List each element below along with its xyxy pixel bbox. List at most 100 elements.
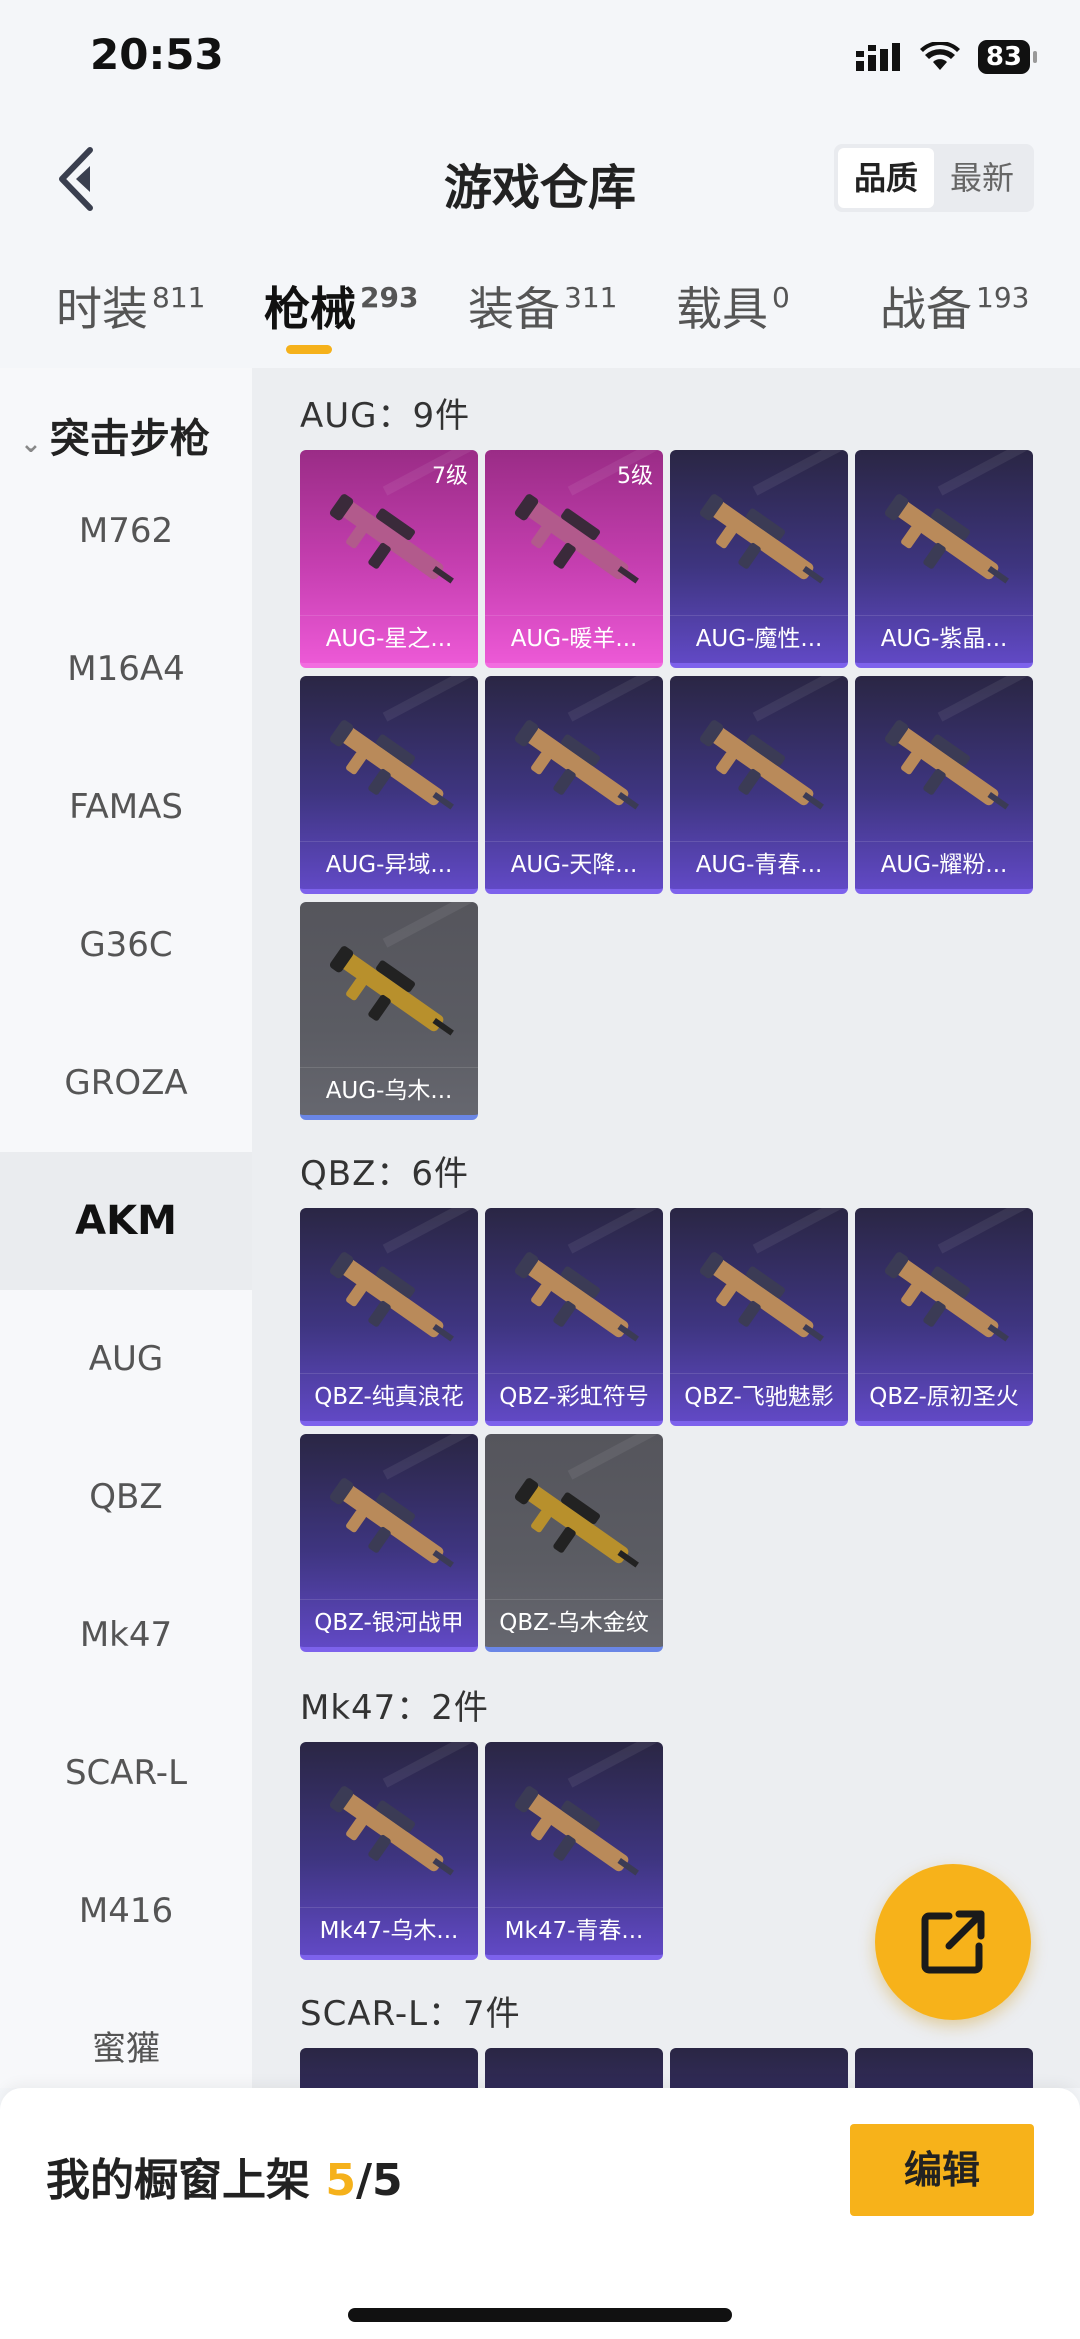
item-card[interactable]: AUG-耀粉...: [855, 676, 1033, 894]
sidebar-item-mk47[interactable]: Mk47: [0, 1566, 252, 1704]
card-decoration: [567, 1208, 663, 1254]
item-level-badge: 7级: [432, 464, 468, 489]
rifle-icon: [514, 1478, 639, 1568]
active-tab-indicator: [286, 345, 332, 354]
battery-indicator: 83: [977, 40, 1038, 74]
item-card-partial[interactable]: [855, 2048, 1033, 2088]
item-card[interactable]: QBZ-彩虹符号: [485, 1208, 663, 1426]
sidebar-item-m16a4[interactable]: M16A4: [0, 600, 252, 738]
sort-toggle: 品质 最新: [834, 144, 1034, 212]
item-card[interactable]: Mk47-青春...: [485, 1742, 663, 1960]
sidebar-item-qbz[interactable]: QBZ: [0, 1428, 252, 1566]
category-tabs: 时装 811 枪械 293 装备 311 载具 0 战备 193: [0, 255, 1080, 365]
item-name: QBZ-原初圣火: [855, 1373, 1033, 1419]
tab-guns[interactable]: 枪械 293: [264, 273, 418, 339]
card-decoration: [752, 1208, 848, 1254]
signal-icon: [855, 43, 900, 71]
group-title-mk47: Mk47：2件: [300, 1688, 489, 1728]
sort-quality-button[interactable]: 品质: [838, 148, 934, 208]
item-name: Mk47-乌木...: [300, 1907, 478, 1953]
rifle-icon: [329, 720, 454, 810]
group-title-aug: AUG：9件: [300, 396, 471, 436]
tab-count: 0: [772, 281, 790, 314]
tab-count: 293: [360, 281, 419, 314]
item-name: AUG-耀粉...: [855, 841, 1033, 887]
item-card-partial[interactable]: [670, 2048, 848, 2088]
rifle-icon: [329, 1252, 454, 1342]
card-decoration: [937, 1208, 1033, 1254]
item-card[interactable]: AUG-紫晶...: [855, 450, 1033, 668]
tab-label: 载具: [676, 282, 768, 336]
tab-count: 811: [152, 281, 206, 314]
tab-equipment[interactable]: 装备 311: [468, 273, 617, 339]
card-decoration: [937, 676, 1033, 722]
rifle-icon: [884, 720, 1009, 810]
share-external-icon: [921, 1910, 985, 1974]
sidebar-item-akm[interactable]: AKM: [0, 1152, 252, 1290]
item-name: QBZ-银河战甲: [300, 1599, 478, 1645]
item-card[interactable]: 7级 AUG-星之...: [300, 450, 478, 668]
sort-newest-button[interactable]: 最新: [934, 148, 1030, 208]
sidebar-item-groza[interactable]: GROZA: [0, 1014, 252, 1152]
sidebar-item-g36c[interactable]: G36C: [0, 876, 252, 1014]
item-name: AUG-魔性...: [670, 615, 848, 661]
item-card[interactable]: QBZ-银河战甲: [300, 1434, 478, 1652]
home-indicator: [348, 2308, 732, 2322]
item-name: QBZ-乌木金纹: [485, 1599, 663, 1645]
item-card[interactable]: QBZ-原初圣火: [855, 1208, 1033, 1426]
item-card-partial[interactable]: [300, 2048, 478, 2088]
header: 游戏仓库 品质 最新: [0, 130, 1080, 230]
tab-count: 311: [564, 281, 618, 314]
rifle-icon: [514, 494, 639, 584]
tab-label: 时装: [56, 282, 148, 336]
tab-label: 战备: [880, 282, 972, 336]
showcase-label: 我的橱窗上架: [46, 2155, 310, 2206]
card-decoration: [382, 1208, 478, 1254]
item-card-partial[interactable]: [485, 2048, 663, 2088]
item-card[interactable]: QBZ-飞驰魅影: [670, 1208, 848, 1426]
status-icons: 83: [855, 40, 1038, 74]
rifle-icon: [329, 494, 454, 584]
wifi-icon: [919, 42, 960, 70]
sidebar-item-m762[interactable]: M762: [0, 462, 252, 600]
edit-button[interactable]: 编辑: [850, 2124, 1034, 2216]
item-card[interactable]: AUG-天降...: [485, 676, 663, 894]
tab-combat-gear[interactable]: 战备 193: [880, 273, 1029, 339]
sidebar-item-scar-l[interactable]: SCAR-L: [0, 1704, 252, 1842]
sidebar-category-header[interactable]: ⌄ 突击步枪: [0, 406, 252, 464]
rifle-icon: [699, 494, 824, 584]
card-decoration: [937, 450, 1033, 496]
card-decoration: [382, 676, 478, 722]
sidebar-item-honey-badger[interactable]: 蜜獾: [0, 1980, 252, 2088]
group-title-qbz: QBZ：6件: [300, 1154, 470, 1194]
item-card[interactable]: QBZ-乌木金纹: [485, 1434, 663, 1652]
item-name: AUG-星之...: [300, 615, 478, 661]
item-card[interactable]: QBZ-纯真浪花: [300, 1208, 478, 1426]
showcase-total-count: /5: [355, 2155, 403, 2206]
item-card[interactable]: AUG-异域...: [300, 676, 478, 894]
status-bar: 20:53 83: [0, 0, 1080, 120]
sidebar-category-label: 突击步枪: [49, 416, 210, 462]
item-card[interactable]: AUG-乌木...: [300, 902, 478, 1120]
card-decoration: [567, 676, 663, 722]
card-decoration: [567, 1434, 663, 1480]
sidebar-item-m416[interactable]: M416: [0, 1842, 252, 1980]
item-card[interactable]: AUG-青春...: [670, 676, 848, 894]
card-decoration: [752, 676, 848, 722]
item-card[interactable]: AUG-魔性...: [670, 450, 848, 668]
item-name: AUG-乌木...: [300, 1067, 478, 1113]
item-name: AUG-青春...: [670, 841, 848, 887]
showcase-current-count: 5: [325, 2155, 356, 2206]
back-button[interactable]: [50, 144, 110, 214]
item-card[interactable]: 5级 AUG-暖羊...: [485, 450, 663, 668]
item-name: AUG-异域...: [300, 841, 478, 887]
share-button[interactable]: [875, 1864, 1031, 2020]
item-name: QBZ-飞驰魅影: [670, 1373, 848, 1419]
card-decoration: [382, 1742, 478, 1788]
item-card[interactable]: Mk47-乌木...: [300, 1742, 478, 1960]
tab-vehicles[interactable]: 载具 0: [676, 273, 790, 339]
sidebar-item-famas[interactable]: FAMAS: [0, 738, 252, 876]
rifle-icon: [699, 1252, 824, 1342]
sidebar-item-aug[interactable]: AUG: [0, 1290, 252, 1428]
tab-outfit[interactable]: 时装 811: [56, 273, 205, 339]
